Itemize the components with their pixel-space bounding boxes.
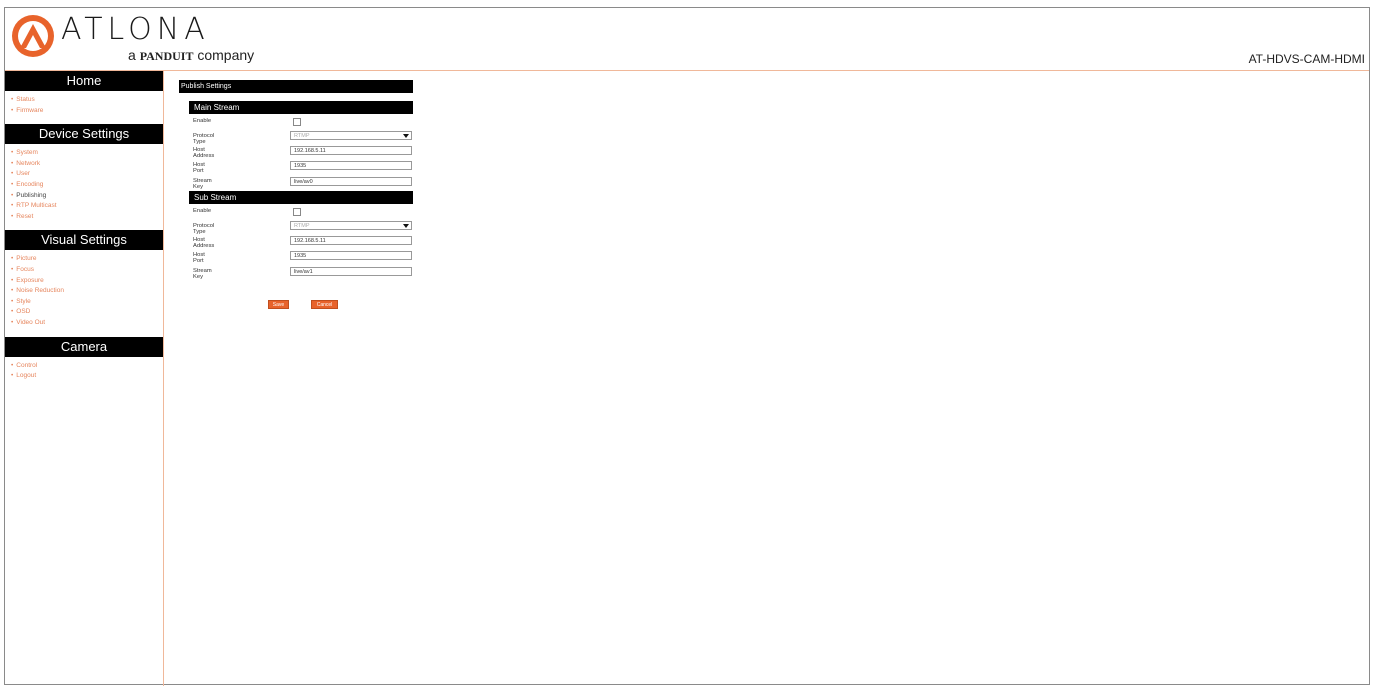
sub-protocol-select[interactable]: RTMP: [290, 221, 412, 230]
main-port-input[interactable]: 1935: [290, 161, 412, 170]
sub-protocol-label: Protocol Type: [193, 223, 215, 235]
sub-enable-label: Enable: [193, 208, 212, 214]
chevron-down-icon: [403, 134, 409, 138]
sub-port-label: Host Port: [193, 252, 205, 264]
page-frame: ATLONA a PANDUIT company AT-HDVS-CAM-HDM…: [4, 7, 1370, 686]
sidebar-item-style[interactable]: • Style: [11, 297, 163, 308]
sidebar-section-camera: Camera: [5, 336, 163, 357]
sidebar-item-video-out[interactable]: • Video Out: [11, 318, 163, 329]
sidebar-item-status[interactable]: • Status: [11, 95, 163, 106]
header: ATLONA a PANDUIT company AT-HDVS-CAM-HDM…: [5, 8, 1369, 71]
main-key-input[interactable]: live/av0: [290, 177, 412, 186]
brand-wordmark: ATLONA: [61, 12, 210, 47]
sidebar-section-visual-settings: Visual Settings: [5, 230, 163, 251]
main-protocol-value: RTMP: [294, 133, 310, 139]
sidebar-item-encoding[interactable]: • Encoding: [11, 180, 163, 191]
main-key-label: Stream Key: [193, 178, 212, 190]
tagline-suffix: company: [197, 47, 255, 63]
main-enable-label: Enable: [193, 118, 212, 124]
atlona-logo-icon: [11, 14, 55, 63]
chevron-down-icon: [403, 224, 409, 228]
sidebar-list-visual-settings: • Picture • Focus • Exposure • Noise Reducti…: [5, 250, 163, 336]
main-stream-title: Main Stream: [189, 101, 413, 114]
sub-key-label: Stream Key: [193, 268, 212, 280]
sidebar-item-firmware[interactable]: • Firmware: [11, 106, 163, 117]
sub-port-input[interactable]: 1935: [290, 251, 412, 260]
sidebar-item-system[interactable]: • System: [11, 148, 163, 159]
sidebar-section-device-settings: Device Settings: [5, 124, 163, 145]
model-name: AT-HDVS-CAM-HDMI: [1248, 52, 1365, 66]
main-enable-checkbox[interactable]: [293, 118, 301, 126]
sidebar-section-home: Home: [5, 71, 163, 91]
sub-key-input[interactable]: live/av1: [290, 267, 412, 276]
sidebar-list-device-settings: • System • Network • User • Encoding • Publis…: [5, 144, 163, 230]
sidebar-item-rtp-multicast[interactable]: • RTP Multicast: [11, 201, 163, 212]
main-protocol-select[interactable]: RTMP: [290, 131, 412, 140]
main-protocol-label: Protocol Type: [193, 133, 215, 145]
sub-protocol-value: RTMP: [294, 223, 310, 229]
brand-tagline: a PANDUIT company: [128, 47, 254, 64]
tagline-brand: PANDUIT: [139, 49, 194, 63]
panel-title: Publish Settings: [179, 80, 413, 93]
main-port-label: Host Port: [193, 162, 205, 174]
sidebar-item-logout[interactable]: • Logout: [11, 371, 163, 382]
sidebar-list-home: • Status • Firmware: [5, 91, 163, 124]
tagline-prefix: a: [128, 47, 136, 63]
sidebar-item-user[interactable]: • User: [11, 169, 163, 180]
cancel-button[interactable]: Cancel: [311, 300, 338, 309]
main-host-label: Host Address: [193, 147, 215, 159]
sidebar: Home • Status • Firmware Device Settings •…: [5, 71, 164, 686]
sub-stream-title: Sub Stream: [189, 191, 413, 204]
sub-host-input[interactable]: 192.168.5.11: [290, 236, 412, 245]
sidebar-item-noise-reduction[interactable]: • Noise Reduction: [11, 286, 163, 297]
sidebar-list-camera: • Control • Logout: [5, 357, 163, 390]
sidebar-item-osd[interactable]: • OSD: [11, 307, 163, 318]
sidebar-item-exposure[interactable]: • Exposure: [11, 276, 163, 287]
sidebar-item-network[interactable]: • Network: [11, 159, 163, 170]
sidebar-item-picture[interactable]: • Picture: [11, 254, 163, 265]
sidebar-item-control[interactable]: • Control: [11, 361, 163, 372]
main-host-input[interactable]: 192.168.5.11: [290, 146, 412, 155]
sidebar-item-focus[interactable]: • Focus: [11, 265, 163, 276]
sidebar-item-reset[interactable]: • Reset: [11, 212, 163, 223]
sub-host-label: Host Address: [193, 237, 215, 249]
sub-enable-checkbox[interactable]: [293, 208, 301, 216]
save-button[interactable]: Save: [268, 300, 289, 309]
sidebar-item-publishing[interactable]: • Publishing: [11, 191, 163, 202]
